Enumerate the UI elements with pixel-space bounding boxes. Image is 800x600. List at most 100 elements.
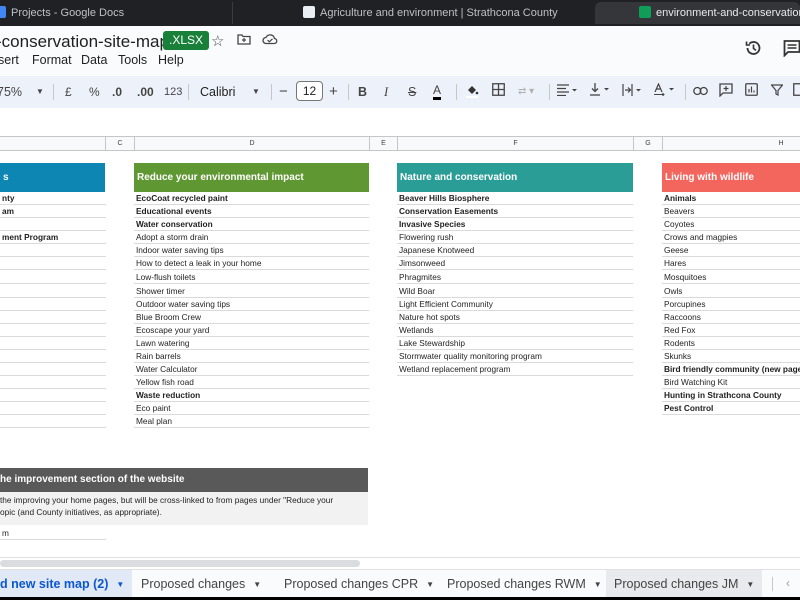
list-item[interactable]: ment Program	[0, 231, 106, 244]
cloud-saved-icon[interactable]	[262, 32, 278, 49]
browser-tab-sheet[interactable]: environment-and-conservation-site	[595, 2, 800, 24]
list-item[interactable]: Wetlands	[397, 324, 633, 337]
horizontal-scrollbar[interactable]	[0, 557, 800, 569]
font-family-select[interactable]: Calibri	[200, 83, 235, 101]
list-item[interactable]: Lake Stewardship	[397, 337, 633, 350]
text-wrapping-icon[interactable]	[622, 83, 644, 101]
list-item[interactable]: Water conservation	[134, 218, 369, 231]
text-rotation-icon[interactable]	[654, 82, 678, 101]
sheet-tab-proposed-changes-jm[interactable]: Proposed changes JM ▼	[606, 570, 762, 598]
list-item[interactable]: How to detect a leak in your home	[134, 257, 369, 270]
decrease-font-size-button[interactable]: −	[279, 83, 288, 101]
chevron-down-icon[interactable]: ▼	[594, 580, 602, 589]
scrollbar-thumb[interactable]	[0, 560, 360, 567]
list-item[interactable]: Animals	[662, 192, 800, 205]
list-item[interactable]	[0, 285, 106, 298]
percent-format-button[interactable]: %	[89, 83, 100, 101]
chevron-down-icon[interactable]: ▼	[253, 580, 261, 589]
fill-color-icon[interactable]	[465, 83, 479, 104]
list-item[interactable]: Beaver Hills Biosphere	[397, 192, 633, 205]
list-item[interactable]: Bird Watching Kit	[662, 376, 800, 389]
list-item[interactable]: Indoor water saving tips	[134, 244, 369, 257]
comments-icon[interactable]	[783, 39, 800, 61]
scroll-tabs-left-icon[interactable]: ‹	[786, 576, 790, 590]
zoom-select[interactable]: 75%	[0, 83, 22, 101]
font-size-input[interactable]: 12	[296, 81, 323, 101]
filter-views-icon[interactable]	[793, 83, 800, 101]
insert-comment-icon[interactable]	[719, 83, 733, 102]
list-item[interactable]: Crows and magpies	[662, 231, 800, 244]
list-item[interactable]: Conservation Easements	[397, 205, 633, 218]
list-item[interactable]: Ecoscape your yard	[134, 324, 369, 337]
horizontal-align-icon[interactable]	[557, 83, 579, 101]
list-item[interactable]	[0, 402, 106, 415]
list-item[interactable]	[0, 244, 106, 257]
list-item[interactable]: Coyotes	[662, 218, 800, 231]
list-item[interactable]: Eco paint	[134, 402, 369, 415]
list-item[interactable]: Rodents	[662, 337, 800, 350]
list-item[interactable]: Low-flush toilets	[134, 271, 369, 284]
list-item[interactable]: Adopt a storm drain	[134, 231, 369, 244]
sheet-tab-proposed-changes-cpr[interactable]: Proposed changes CPR ▼	[276, 570, 442, 598]
list-item[interactable]: Outdoor water saving tips	[134, 298, 369, 311]
section-header-nature-conservation[interactable]: Nature and conservation	[397, 163, 633, 192]
text-color-button[interactable]: A	[433, 83, 442, 100]
column-header-b[interactable]	[0, 137, 106, 151]
sheet-tab-new-site-map[interactable]: d new site map (2) ▼	[0, 570, 132, 598]
version-history-icon[interactable]	[744, 39, 762, 61]
list-item[interactable]	[0, 389, 106, 402]
list-item[interactable]	[0, 363, 106, 376]
list-item[interactable]: Phragmites	[397, 271, 633, 284]
column-header-h[interactable]: H	[663, 137, 800, 151]
list-item[interactable]: Jimsonweed	[397, 257, 633, 270]
sheet-tab-proposed-changes[interactable]: Proposed changes ▼	[133, 570, 269, 598]
currency-format-button[interactable]: £	[65, 83, 72, 101]
decrease-decimal-button[interactable]: .0	[112, 83, 122, 101]
list-item[interactable]: Lawn watering	[134, 337, 369, 350]
list-item[interactable]: Porcupines	[662, 298, 800, 311]
chevron-down-icon[interactable]: ▼	[426, 580, 434, 589]
column-header-e[interactable]: E	[370, 137, 398, 151]
list-item[interactable]: Bird friendly community (new page	[662, 363, 800, 376]
strikethrough-button[interactable]: S	[408, 83, 416, 101]
list-item[interactable]: Blue Broom Crew	[134, 311, 369, 324]
menu-format[interactable]: Format	[32, 53, 72, 67]
list-item[interactable]: nty	[0, 192, 106, 205]
menu-data[interactable]: Data	[81, 53, 107, 67]
section-header-reduce-impact[interactable]: Reduce your environmental impact	[134, 163, 369, 192]
list-item[interactable]: Nature hot spots	[397, 311, 633, 324]
list-item[interactable]: Hares	[662, 257, 800, 270]
menu-help[interactable]: Help	[158, 53, 184, 67]
increase-decimal-button[interactable]: .00	[137, 83, 154, 101]
list-item[interactable]: EcoCoat recycled paint	[134, 192, 369, 205]
home-improvement-note[interactable]: the improving your home pages, but will …	[0, 492, 368, 525]
list-item[interactable]: Light Efficient Community	[397, 298, 633, 311]
list-item[interactable]	[0, 337, 106, 350]
bold-button[interactable]: B	[358, 83, 367, 101]
list-item[interactable]	[0, 311, 106, 324]
column-header-c[interactable]: C	[106, 137, 135, 151]
list-item[interactable]: Stormwater quality monitoring program	[397, 350, 633, 363]
browser-tab-strathcona[interactable]: Agriculture and environment | Strathcona…	[232, 2, 594, 24]
list-item[interactable]: Owls	[662, 285, 800, 298]
insert-chart-icon[interactable]	[745, 83, 758, 101]
list-item[interactable]: Raccoons	[662, 311, 800, 324]
list-item[interactable]: Invasive Species	[397, 218, 633, 231]
section-header-partial[interactable]: s	[0, 163, 105, 192]
list-item[interactable]	[0, 257, 106, 270]
list-item[interactable]: Geese	[662, 244, 800, 257]
list-item[interactable]: Flowering rush	[397, 231, 633, 244]
list-item[interactable]	[0, 350, 106, 363]
home-improvement-item[interactable]: m	[0, 527, 106, 540]
list-item[interactable]: Waste reduction	[134, 389, 369, 402]
list-item[interactable]: Meal plan	[134, 415, 369, 428]
list-item[interactable]	[0, 415, 106, 428]
list-item[interactable]	[0, 376, 106, 389]
list-item[interactable]	[0, 271, 106, 284]
menu-tools[interactable]: Tools	[118, 53, 147, 67]
vertical-align-icon[interactable]	[590, 83, 612, 101]
list-item[interactable]: Educational events	[134, 205, 369, 218]
insert-link-icon[interactable]	[693, 83, 708, 101]
sheet-tab-proposed-changes-rwm[interactable]: Proposed changes RWM ▼	[439, 570, 610, 598]
sheet-grid[interactable]: s nty am ment Program Reduce your environm…	[0, 151, 800, 557]
